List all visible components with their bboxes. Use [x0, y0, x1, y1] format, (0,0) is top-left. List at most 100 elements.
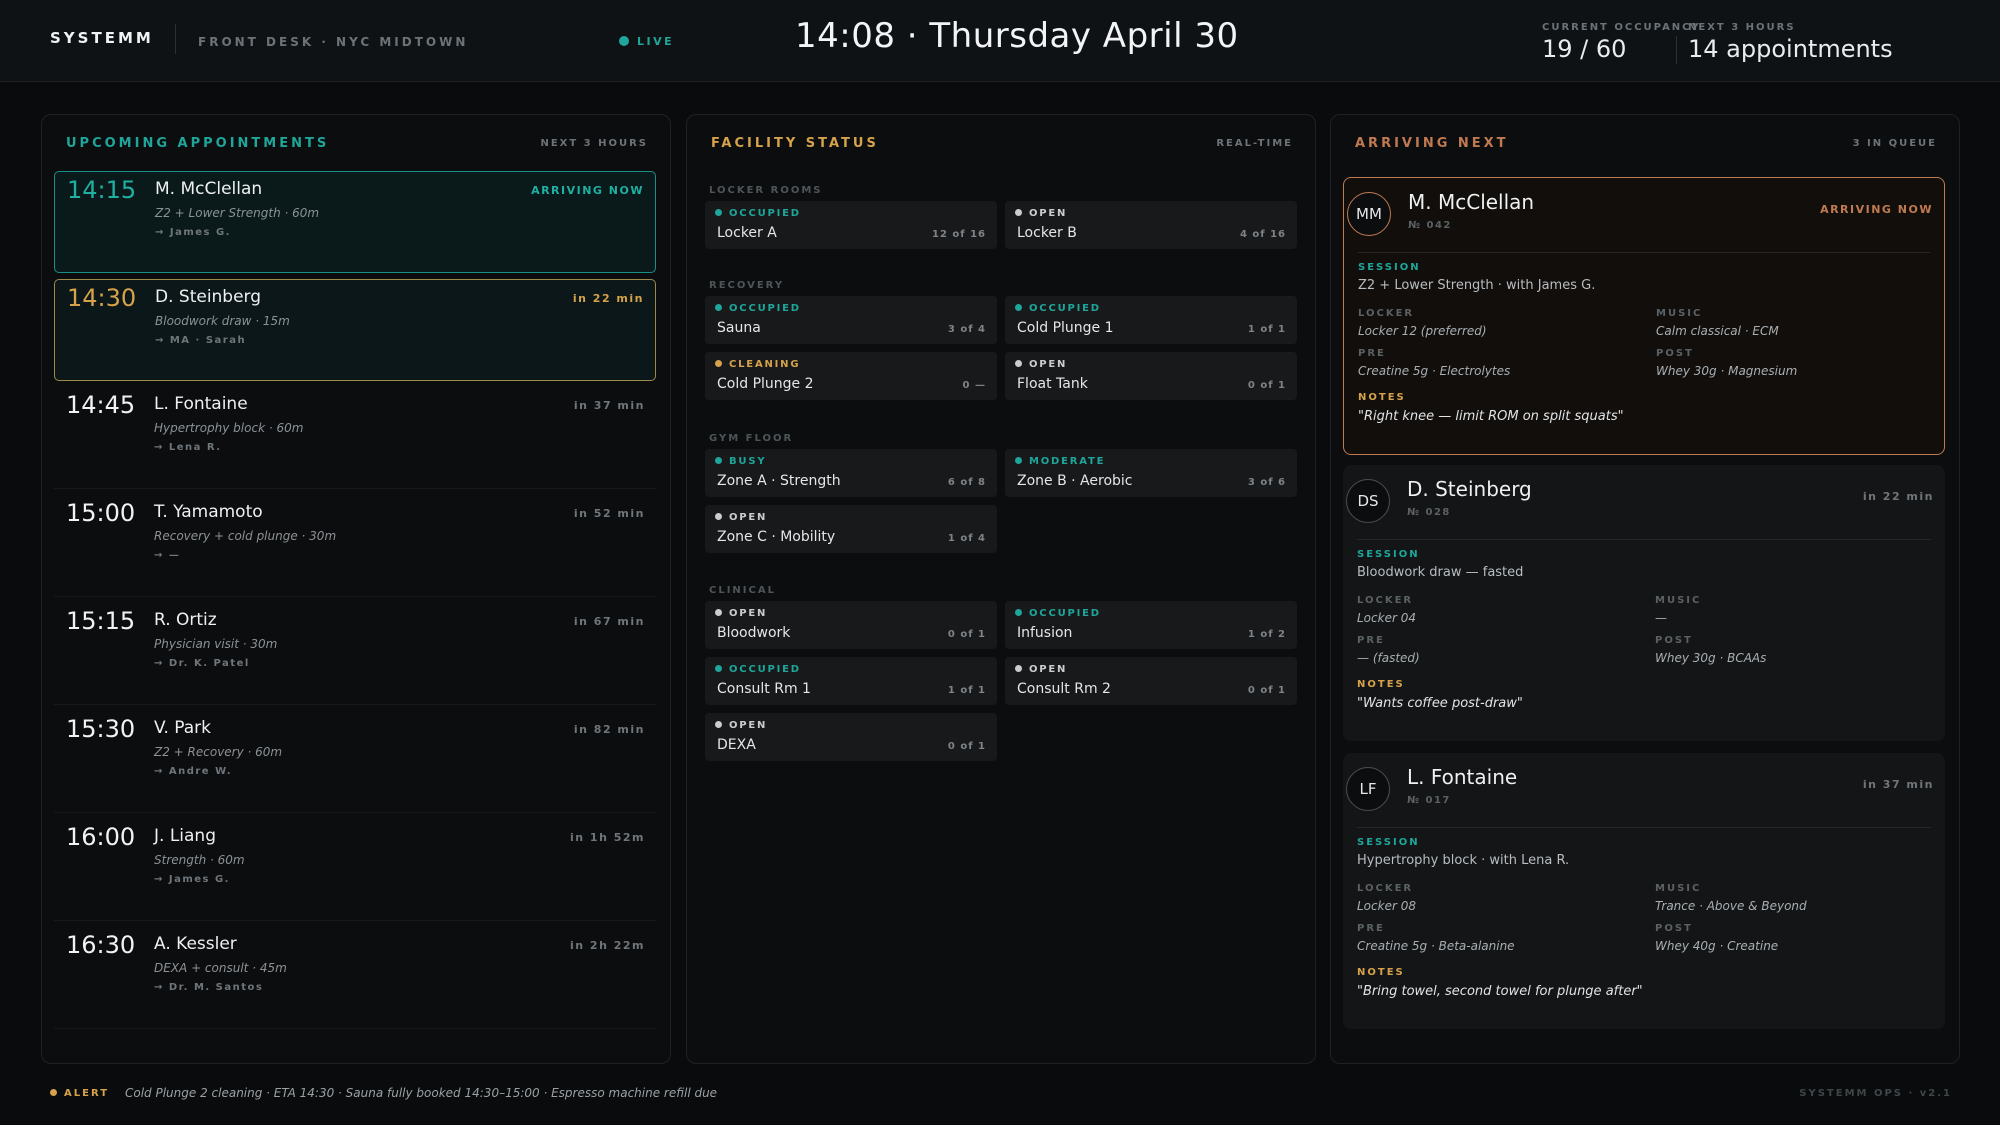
- post-value: Whey 30g · Magnesium: [1656, 364, 1798, 378]
- status-badge: OPEN: [715, 512, 767, 523]
- status-dot-icon: [715, 209, 722, 216]
- alert-label: ALERT: [50, 1088, 109, 1099]
- eta-badge: in 52 min: [573, 507, 645, 520]
- eta-badge: in 37 min: [573, 399, 645, 412]
- appointment-row[interactable]: 15:15 R. Ortiz Physician visit · 30m → Dr. …: [54, 603, 656, 705]
- status-dot-icon: [715, 721, 722, 728]
- arrival-card[interactable]: LF L. Fontaine № 017 in 37 min SESSION Hypert…: [1343, 753, 1945, 1029]
- live-indicator: LIVE: [619, 35, 674, 48]
- facility-tile[interactable]: OPEN Zone C · Mobility 1 of 4: [705, 505, 997, 553]
- music-value: Calm classical · ECM: [1656, 324, 1779, 338]
- member-number: № 017: [1407, 795, 1451, 806]
- status-dot-icon: [715, 665, 722, 672]
- session-description: DEXA + consult · 45m: [154, 961, 287, 975]
- status-badge: CLEANING: [715, 359, 800, 370]
- client-name: D. Steinberg: [155, 287, 262, 307]
- arrival-card[interactable]: MM M. McClellan № 042 ARRIVING NOW SESSION Z2…: [1343, 177, 1945, 455]
- capacity-count: 3 of 4: [947, 324, 986, 335]
- appointment-row[interactable]: 15:00 T. Yamamoto Recovery + cold plunge ·…: [54, 495, 656, 597]
- capacity-count: 12 of 16: [931, 229, 986, 240]
- live-dot-icon: [619, 36, 629, 46]
- client-name: L. Fontaine: [154, 394, 248, 414]
- client-name: L. Fontaine: [1407, 765, 1518, 789]
- facility-tile[interactable]: MODERATE Zone B · Aerobic 3 of 6: [1005, 449, 1297, 497]
- avatar: DS: [1346, 479, 1390, 523]
- status-badge: OCCUPIED: [715, 303, 801, 314]
- session-label: SESSION: [1358, 262, 1421, 273]
- facility-tile[interactable]: OCCUPIED Consult Rm 1 1 of 1: [705, 657, 997, 705]
- status-text: OPEN: [1029, 208, 1068, 219]
- appointment-row[interactable]: 14:30 D. Steinberg Bloodwork draw · 15m → M…: [54, 279, 656, 381]
- appointment-row[interactable]: 14:15 M. McClellan Z2 + Lower Strength · 6…: [54, 171, 656, 273]
- status-text: OCCUPIED: [1029, 303, 1101, 314]
- capacity-count: 4 of 16: [1239, 229, 1286, 240]
- capacity-count: 6 of 8: [947, 477, 986, 488]
- facility-tile[interactable]: OPEN Bloodwork 0 of 1: [705, 601, 997, 649]
- facility-tile[interactable]: OCCUPIED Cold Plunge 1 1 of 1: [1005, 296, 1297, 344]
- facility-tile[interactable]: OCCUPIED Infusion 1 of 2: [1005, 601, 1297, 649]
- facility-tile[interactable]: OCCUPIED Sauna 3 of 4: [705, 296, 997, 344]
- coach-name: → MA · Sarah: [155, 335, 247, 346]
- section-label: LOCKER ROOMS: [709, 185, 823, 196]
- appointment-time: 15:15: [66, 607, 136, 635]
- pre-value: — (fasted): [1357, 651, 1420, 665]
- facility-name: Cold Plunge 2: [717, 376, 814, 392]
- status-text: CLEANING: [729, 359, 801, 370]
- footer-bar: ALERT Cold Plunge 2 cleaning · ETA 14:30…: [0, 1074, 2000, 1114]
- music-label: MUSIC: [1655, 595, 1702, 606]
- session-description: Hypertrophy block · 60m: [154, 421, 304, 435]
- status-text: OCCUPIED: [1029, 608, 1101, 619]
- appointment-row[interactable]: 14:45 L. Fontaine Hypertrophy block · 60m →…: [54, 387, 656, 489]
- facility-tile[interactable]: BUSY Zone A · Strength 6 of 8: [705, 449, 997, 497]
- next-hours-label: NEXT 3 HOURS: [1688, 22, 1796, 33]
- pre-value: Creatine 5g · Electrolytes: [1358, 364, 1511, 378]
- status-text: OCCUPIED: [729, 303, 801, 314]
- appointment-time: 16:30: [66, 931, 136, 959]
- alert-dot-icon: [50, 1089, 57, 1096]
- facility-name: Bloodwork: [717, 625, 791, 641]
- clock: 14:08 · Thursday April 30: [795, 16, 1239, 56]
- panel-title: ARRIVING NEXT: [1355, 136, 1509, 151]
- facility-tile[interactable]: CLEANING Cold Plunge 2 0 —: [705, 352, 997, 400]
- member-number: № 042: [1408, 220, 1452, 231]
- next-hours-metric: NEXT 3 HOURS 14 appointments: [1688, 22, 1893, 63]
- music-label: MUSIC: [1655, 883, 1702, 894]
- status-dot-icon: [1015, 609, 1022, 616]
- post-label: POST: [1655, 635, 1693, 646]
- arrival-card[interactable]: DS D. Steinberg № 028 in 22 min SESSION Blood…: [1343, 465, 1945, 741]
- eta-badge: in 37 min: [1862, 778, 1934, 791]
- panel-subtitle: 3 IN QUEUE: [1852, 138, 1937, 149]
- locker-value: Locker 12 (preferred): [1358, 324, 1487, 338]
- locker-value: Locker 08: [1357, 899, 1416, 913]
- facility-tile[interactable]: OPEN DEXA 0 of 1: [705, 713, 997, 761]
- pre-value: Creatine 5g · Beta-alanine: [1357, 939, 1515, 953]
- facility-tile[interactable]: OCCUPIED Locker A 12 of 16: [705, 201, 997, 249]
- panel-subtitle: REAL-TIME: [1216, 138, 1293, 149]
- client-name: M. McClellan: [155, 179, 263, 199]
- facility-name: Float Tank: [1017, 376, 1088, 392]
- client-name: V. Park: [154, 718, 211, 738]
- appointment-row[interactable]: 16:30 A. Kessler DEXA + consult · 45m → Dr.…: [54, 927, 656, 1029]
- coach-name: → Dr. K. Patel: [154, 658, 250, 669]
- capacity-count: 1 of 4: [947, 533, 986, 544]
- facility-name: Locker B: [1017, 225, 1077, 241]
- coach-name: → Dr. M. Santos: [154, 982, 264, 993]
- status-text: OCCUPIED: [729, 208, 801, 219]
- status-badge: OPEN: [715, 608, 767, 619]
- section-label: RECOVERY: [709, 280, 785, 291]
- music-value: Trance · Above & Beyond: [1655, 899, 1807, 913]
- status-badge: BUSY: [715, 456, 766, 467]
- facility-tile[interactable]: OPEN Locker B 4 of 16: [1005, 201, 1297, 249]
- facility-tile[interactable]: OPEN Consult Rm 2 0 of 1: [1005, 657, 1297, 705]
- capacity-count: 0 —: [962, 380, 986, 391]
- eta-badge: in 22 min: [1862, 490, 1934, 503]
- status-text: OPEN: [729, 720, 768, 731]
- locker-label: LOCKER: [1358, 308, 1415, 319]
- client-name: T. Yamamoto: [154, 502, 263, 522]
- facility-tile[interactable]: OPEN Float Tank 0 of 1: [1005, 352, 1297, 400]
- appointment-row[interactable]: 16:00 J. Liang Strength · 60m → James G. in …: [54, 819, 656, 921]
- coach-name: → James G.: [154, 874, 230, 885]
- appointment-row[interactable]: 15:30 V. Park Z2 + Recovery · 60m → Andre W…: [54, 711, 656, 813]
- section-label: GYM FLOOR: [709, 433, 794, 444]
- post-value: Whey 40g · Creatine: [1655, 939, 1779, 953]
